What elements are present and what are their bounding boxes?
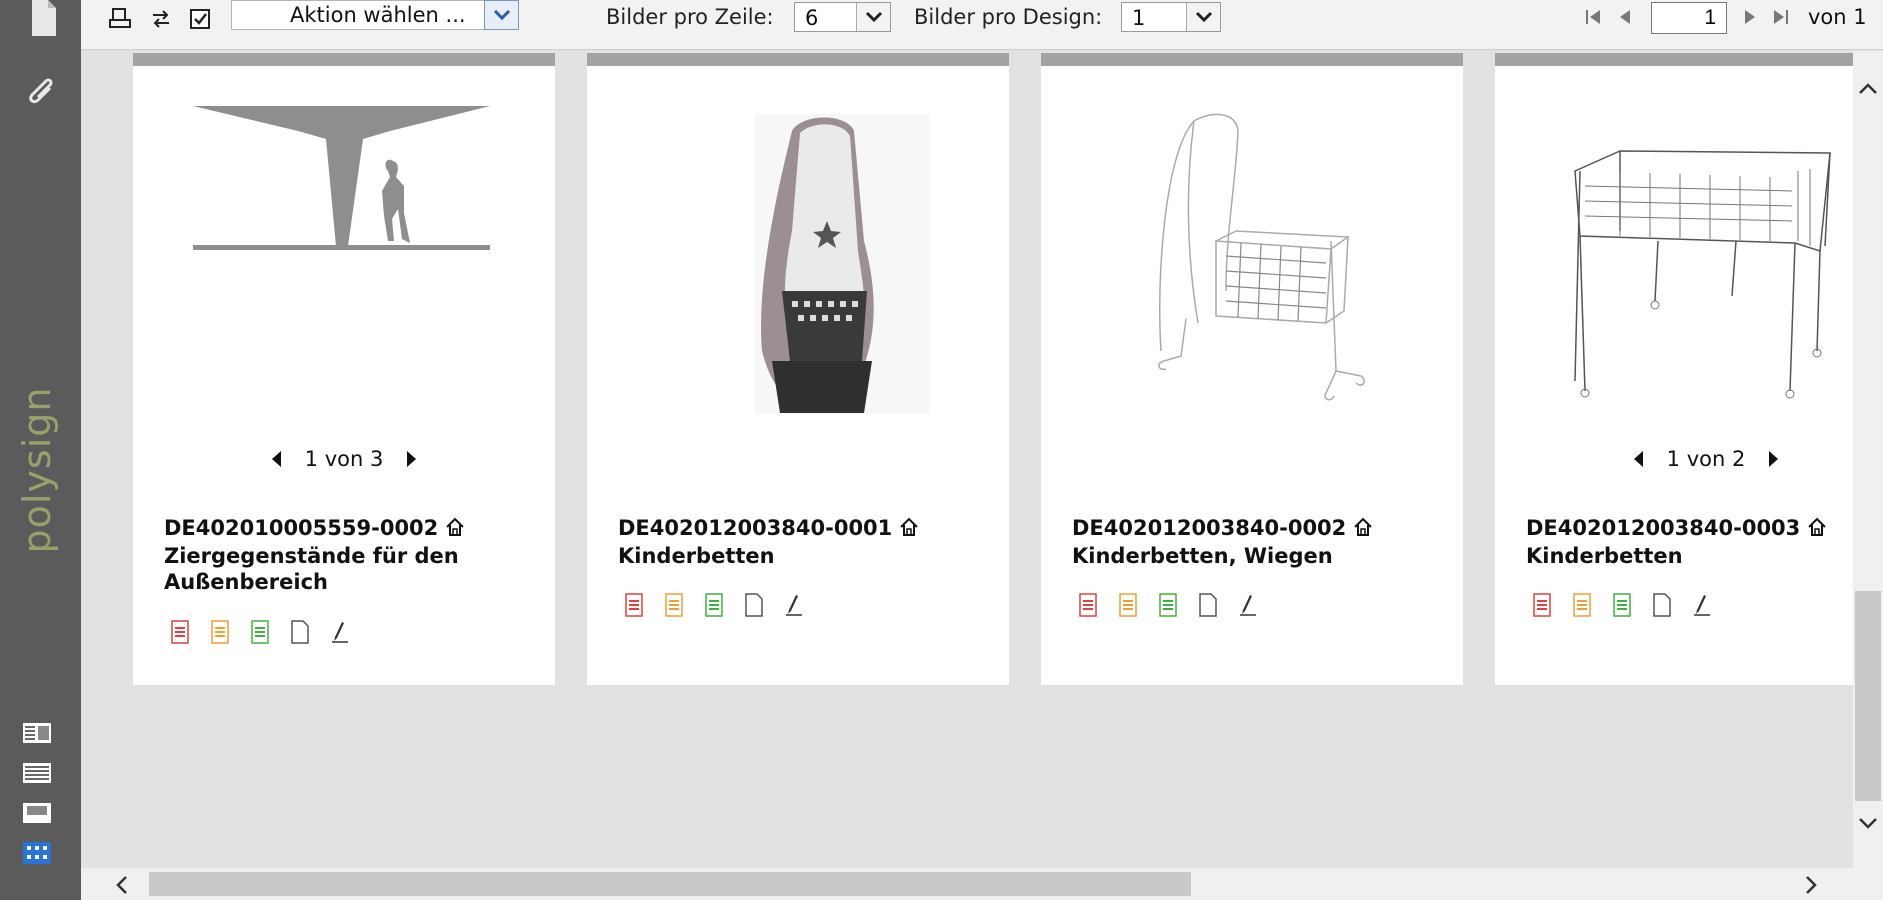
chevron-down-icon bbox=[493, 9, 511, 21]
home-icon[interactable] bbox=[1806, 516, 1828, 538]
design-title: Ziergegenstände für den Außenbereich bbox=[164, 544, 459, 594]
home-icon[interactable] bbox=[898, 516, 920, 538]
green-document-icon[interactable] bbox=[1152, 592, 1182, 618]
page-number-input[interactable] bbox=[1651, 2, 1727, 34]
image-pager: 1 von 2 bbox=[1495, 446, 1853, 476]
design-number-text[interactable]: DE402012003840-0001 bbox=[618, 516, 892, 540]
per-row-select[interactable]: 6 bbox=[794, 2, 891, 32]
paperclip-icon[interactable] bbox=[22, 70, 62, 110]
pen-icon[interactable] bbox=[1232, 592, 1262, 618]
scroll-up-icon[interactable] bbox=[1858, 81, 1878, 97]
select-all-checkbox[interactable] bbox=[187, 6, 213, 32]
design-number-text[interactable]: DE402010005559-0002 bbox=[164, 516, 438, 540]
document-icons bbox=[1072, 592, 1267, 618]
design-number: DE402010005559-0002 bbox=[164, 516, 466, 540]
green-document-icon[interactable] bbox=[1606, 592, 1636, 618]
scroll-right-icon[interactable] bbox=[1803, 875, 1819, 895]
detail-view-icon[interactable] bbox=[22, 721, 52, 745]
first-page-button[interactable] bbox=[1583, 6, 1605, 28]
orange-document-icon[interactable] bbox=[1566, 592, 1596, 618]
vertical-scroll-thumb[interactable] bbox=[1855, 591, 1881, 801]
list-view-icon[interactable] bbox=[22, 761, 52, 785]
next-page-button[interactable] bbox=[1738, 6, 1760, 28]
design-number: DE402012003840-0002 bbox=[1072, 516, 1374, 540]
chevron-down-icon bbox=[1195, 11, 1213, 23]
results-grid: 1 von 3 DE402010005559-0002 Ziergegenstä… bbox=[81, 51, 1853, 868]
next-image-button[interactable] bbox=[403, 448, 419, 470]
scroll-left-icon[interactable] bbox=[114, 875, 130, 895]
outdoor-ornament-drawing bbox=[193, 106, 490, 250]
toolbar: Aktion wählen ... Bilder pro Zeile: 6 Bi… bbox=[81, 0, 1883, 50]
page-total: von 1 bbox=[1808, 5, 1867, 29]
home-icon[interactable] bbox=[444, 516, 466, 538]
document-icons bbox=[1526, 592, 1721, 618]
prev-image-button[interactable] bbox=[269, 448, 285, 470]
document-icon[interactable] bbox=[22, 0, 62, 40]
blank-document-icon[interactable] bbox=[284, 619, 314, 645]
horizontal-scrollbar[interactable] bbox=[81, 868, 1883, 900]
image-pager-text: 1 von 2 bbox=[1666, 447, 1746, 471]
design-title: Kinderbetten, Wiegen bbox=[1072, 544, 1333, 568]
red-document-icon[interactable] bbox=[618, 592, 648, 618]
single-view-icon[interactable] bbox=[22, 801, 52, 825]
action-select-value: Aktion wählen ... bbox=[290, 3, 466, 27]
last-page-button[interactable] bbox=[1769, 6, 1791, 28]
chevron-down-icon bbox=[865, 11, 883, 23]
horizontal-scroll-thumb[interactable] bbox=[149, 872, 1191, 896]
blank-document-icon[interactable] bbox=[738, 592, 768, 618]
crib-sketch bbox=[1574, 150, 1831, 399]
canopy-crib-photo bbox=[755, 114, 930, 414]
design-number: DE402012003840-0001 bbox=[618, 516, 920, 540]
red-document-icon[interactable] bbox=[164, 619, 194, 645]
per-design-select[interactable]: 1 bbox=[1121, 2, 1221, 32]
per-design-dropdown[interactable] bbox=[1186, 3, 1220, 31]
pen-icon[interactable] bbox=[324, 619, 354, 645]
sidebar: polysign bbox=[0, 0, 81, 900]
action-select[interactable]: Aktion wählen ... bbox=[231, 0, 503, 30]
per-design-value: 1 bbox=[1132, 6, 1146, 30]
blank-document-icon[interactable] bbox=[1646, 592, 1676, 618]
design-title: Kinderbetten bbox=[618, 544, 775, 568]
orange-document-icon[interactable] bbox=[658, 592, 688, 618]
image-pager: 1 von 3 bbox=[133, 446, 555, 476]
design-card[interactable]: 1 von 3 DE402010005559-0002 Ziergegenstä… bbox=[133, 53, 555, 685]
design-number-text[interactable]: DE402012003840-0002 bbox=[1072, 516, 1346, 540]
print-icon[interactable] bbox=[107, 6, 133, 32]
per-design-label: Bilder pro Design: bbox=[914, 5, 1103, 29]
vertical-scrollbar[interactable] bbox=[1853, 51, 1883, 868]
image-pager-text: 1 von 3 bbox=[304, 447, 384, 471]
per-row-dropdown[interactable] bbox=[856, 3, 890, 31]
design-number: DE402012003840-0003 bbox=[1526, 516, 1828, 540]
orange-document-icon[interactable] bbox=[1112, 592, 1142, 618]
home-icon[interactable] bbox=[1352, 516, 1374, 538]
design-title: Kinderbetten bbox=[1526, 544, 1683, 568]
prev-page-button[interactable] bbox=[1615, 6, 1637, 28]
green-document-icon[interactable] bbox=[698, 592, 728, 618]
blank-document-icon[interactable] bbox=[1192, 592, 1222, 618]
prev-image-button[interactable] bbox=[1631, 448, 1647, 470]
red-document-icon[interactable] bbox=[1072, 592, 1102, 618]
grid-view-icon[interactable] bbox=[22, 841, 52, 865]
next-image-button[interactable] bbox=[1765, 448, 1781, 470]
pen-icon[interactable] bbox=[778, 592, 808, 618]
action-dropdown-button[interactable] bbox=[484, 0, 519, 30]
per-row-label: Bilder pro Zeile: bbox=[606, 5, 774, 29]
design-card[interactable]: 1 von 2 DE402012003840-0003 Kinderbetten bbox=[1495, 53, 1853, 685]
document-icons bbox=[164, 619, 359, 645]
pen-icon[interactable] bbox=[1686, 592, 1716, 618]
brand-text: polysign bbox=[15, 386, 59, 554]
red-document-icon[interactable] bbox=[1526, 592, 1556, 618]
scroll-down-icon[interactable] bbox=[1858, 815, 1878, 831]
orange-document-icon[interactable] bbox=[204, 619, 234, 645]
document-icons bbox=[618, 592, 813, 618]
design-number-text[interactable]: DE402012003840-0003 bbox=[1526, 516, 1800, 540]
cradle-sketch bbox=[1158, 113, 1365, 401]
design-card[interactable]: DE402012003840-0001 Kinderbetten bbox=[587, 53, 1009, 685]
brand-logo: polysign bbox=[12, 380, 62, 560]
green-document-icon[interactable] bbox=[244, 619, 274, 645]
design-card[interactable]: DE402012003840-0002 Kinderbetten, Wiegen bbox=[1041, 53, 1463, 685]
per-row-value: 6 bbox=[805, 6, 819, 30]
swap-icon[interactable] bbox=[148, 6, 174, 32]
